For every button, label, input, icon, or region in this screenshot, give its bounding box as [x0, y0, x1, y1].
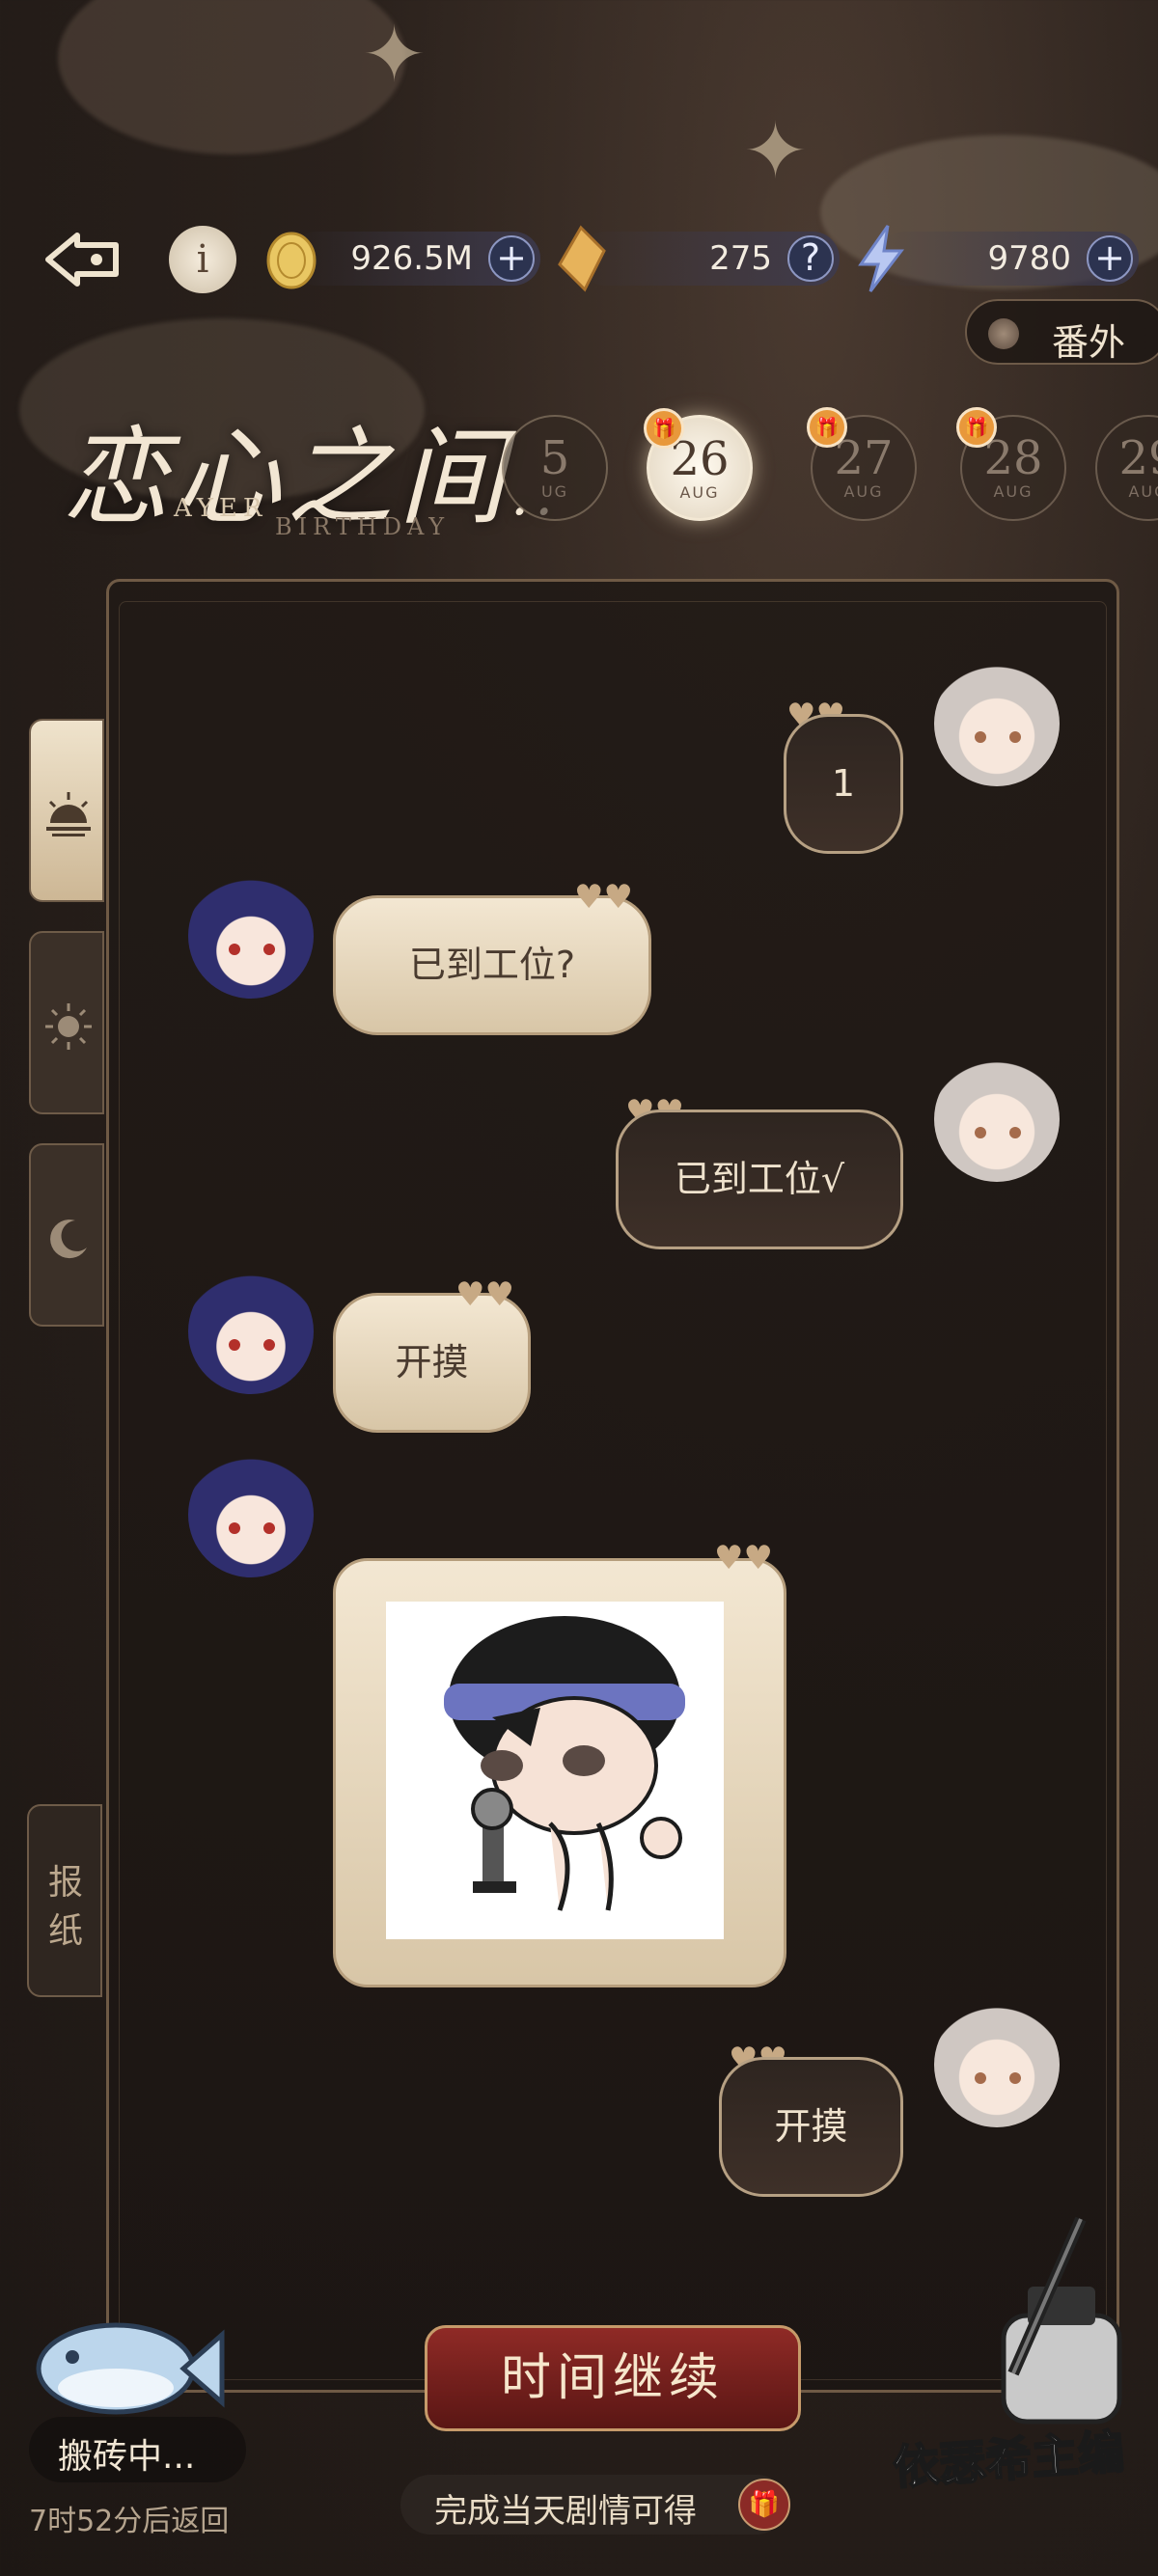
date-month: UG: [540, 482, 569, 501]
sticker-image[interactable]: [386, 1602, 724, 1939]
date-chip[interactable]: 🎁 28 AUG: [956, 407, 1066, 521]
reward-hint-text: 完成当天剧情可得: [434, 2492, 697, 2531]
fish-icon: [36, 2322, 225, 2415]
ink-pen-decoration: [946, 2209, 1148, 2431]
add-energy-button[interactable]: +: [1087, 235, 1133, 282]
moon-icon: [50, 1219, 87, 1259]
tab-morning[interactable]: [29, 719, 104, 902]
date-chip[interactable]: 🎁 27 AUG: [807, 407, 917, 521]
rose-icon: [988, 318, 1019, 349]
page-subtitle-a: AYER: [174, 494, 268, 523]
back-button[interactable]: [39, 226, 125, 293]
cloud-decoration: [58, 0, 405, 154]
coin-counter: 926.5M +: [266, 232, 540, 289]
date-chip[interactable]: 29 AUG: [1095, 415, 1158, 521]
reward-hint[interactable]: 完成当天剧情可得 🎁: [400, 2475, 790, 2535]
help-button[interactable]: ?: [787, 235, 834, 282]
date-day: 29: [1118, 431, 1158, 485]
tab-noon[interactable]: [29, 931, 104, 1114]
gift-icon: 🎁: [644, 408, 684, 449]
continue-time-button[interactable]: 时间继续: [425, 2325, 801, 2431]
avatar-eyes: [975, 2072, 1021, 2084]
gift-icon: 🎁: [956, 407, 997, 448]
avatar-eyes: [229, 1339, 275, 1351]
extra-story-label: 番外: [1052, 321, 1126, 364]
hearts-decoration: ♥♥: [714, 1539, 773, 1577]
tab-night[interactable]: [29, 1143, 104, 1327]
hearts-decoration: ♥♥: [455, 1275, 514, 1314]
newspaper-tab[interactable]: 报 纸: [27, 1804, 102, 1997]
energy-value: 9780: [987, 239, 1071, 278]
player-avatar[interactable]: [934, 2002, 1060, 2127]
return-countdown: 7时52分后返回: [29, 2505, 230, 2538]
hearts-decoration: ♥♥: [574, 878, 633, 917]
avatar-eyes: [229, 1522, 275, 1534]
extra-story-button[interactable]: 番外: [965, 299, 1158, 365]
chat-bubble-sent: 已到工位√: [616, 1110, 903, 1249]
date-chip-active[interactable]: 🎁 26 AUG: [644, 408, 753, 521]
avatar-eyes: [975, 1127, 1021, 1138]
working-status: 搬砖中...: [29, 2417, 246, 2482]
sparkle-icon: ✦: [362, 10, 427, 99]
contact-avatar[interactable]: [188, 873, 314, 999]
add-coins-button[interactable]: +: [488, 235, 535, 282]
resource-bar: i 926.5M + 275 ? 9780 +: [0, 212, 1158, 309]
newspaper-tab-char: 报: [48, 1863, 84, 1903]
info-button[interactable]: i: [169, 226, 236, 293]
sparkle-icon: ✦: [743, 106, 809, 196]
gift-icon: 🎁: [807, 407, 847, 448]
avatar-eyes: [975, 731, 1021, 743]
chibi-microphone-sticker: [444, 1616, 685, 1911]
sunrise-icon: [46, 792, 91, 836]
date-day: 5: [539, 431, 570, 485]
back-arrow-icon: [45, 233, 119, 287]
avatar-eyes: [229, 944, 275, 955]
date-chip[interactable]: 5 UG: [502, 415, 608, 521]
gift-icon: 🎁: [738, 2479, 790, 2531]
chat-bubble-sent: 1: [784, 714, 903, 854]
chat-bubble-sent: 开摸: [719, 2057, 903, 2197]
contact-avatar[interactable]: [188, 1269, 314, 1394]
date-month: AUG: [843, 482, 884, 501]
date-month: AUG: [993, 482, 1034, 501]
diamond-value: 275: [709, 239, 772, 278]
page-subtitle-b: BIRTHDAY: [275, 513, 451, 540]
diamond-counter: 275 ?: [558, 225, 840, 292]
date-month: AUG: [1128, 482, 1158, 501]
contact-avatar[interactable]: [188, 1452, 314, 1577]
lightning-icon: [858, 225, 905, 292]
editor-watermark: 依瑟希主编: [891, 2425, 1127, 2497]
fish-mascot[interactable]: [24, 2301, 227, 2436]
date-month: AUG: [679, 483, 720, 502]
energy-counter: 9780 +: [858, 225, 1139, 292]
coin-icon: [266, 232, 317, 289]
newspaper-tab-char: 纸: [48, 1911, 84, 1951]
player-avatar[interactable]: [934, 1056, 1060, 1182]
working-status-text: 搬砖中...: [58, 2437, 196, 2477]
coin-value: 926.5M: [350, 239, 473, 278]
sun-icon: [45, 1003, 92, 1050]
player-avatar[interactable]: [934, 661, 1060, 786]
gem-icon: [558, 225, 606, 292]
